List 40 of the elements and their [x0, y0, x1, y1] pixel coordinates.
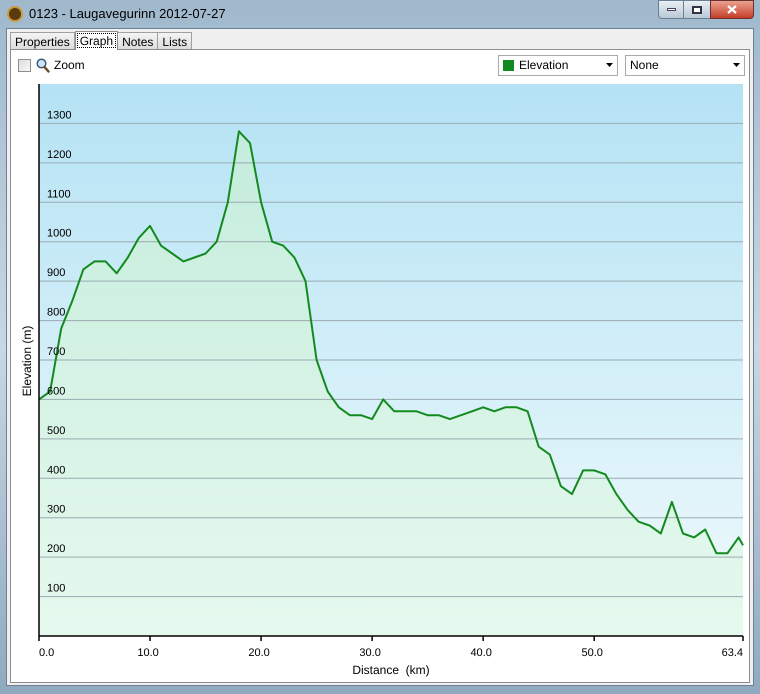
- y-tick-label: 1100: [47, 188, 71, 200]
- y-tick-label: 900: [47, 267, 66, 280]
- app-icon: [7, 6, 23, 22]
- close-button[interactable]: [710, 0, 754, 19]
- maximize-button[interactable]: [684, 0, 710, 19]
- x-tick-label: 0.0: [39, 647, 54, 659]
- dropdown-arrow-icon: [606, 63, 613, 67]
- tab[interactable]: Lists: [157, 32, 192, 49]
- zoom-label: Zoom: [54, 57, 85, 74]
- tab[interactable]: Graph: [74, 31, 118, 50]
- y-tick-label: 100: [47, 582, 66, 595]
- zoom-checkbox[interactable]: [18, 58, 31, 72]
- close-icon: [727, 5, 737, 14]
- y-tick-label: 800: [47, 306, 66, 319]
- secondary-dropdown[interactable]: None: [625, 54, 745, 76]
- y-tick-label: 500: [47, 424, 66, 437]
- minimize-button[interactable]: [658, 0, 684, 19]
- x-tick-label: 50.0: [582, 647, 603, 659]
- x-tick-label: 20.0: [248, 647, 270, 659]
- window-title: 0123 - Laugavegurinn 2012-07-27: [29, 5, 226, 24]
- y-tick-label: 1200: [47, 148, 72, 161]
- y-axis-title: Elevation (m): [20, 326, 34, 396]
- x-tick-label: 63.4: [722, 647, 743, 659]
- tab[interactable]: Notes: [117, 32, 158, 49]
- x-tick-label: 10.0: [137, 647, 159, 659]
- y-tick-label: 300: [47, 504, 66, 516]
- tab[interactable]: Properties: [10, 32, 75, 49]
- y-tick-label: 400: [47, 464, 66, 476]
- series-dropdown[interactable]: Elevation: [498, 54, 618, 76]
- dropdown-arrow-icon: [733, 63, 740, 67]
- x-tick-label: 30.0: [359, 647, 381, 659]
- y-tick-label: 1000: [47, 228, 72, 240]
- minimize-icon: [666, 8, 676, 11]
- x-tick-label: 40.0: [470, 647, 492, 659]
- y-tick-label: 1300: [47, 109, 72, 122]
- series-color-swatch: [503, 60, 514, 70]
- x-axis-title: Distance (km): [352, 663, 430, 677]
- restore-icon: [692, 6, 702, 14]
- y-tick-label: 200: [47, 543, 66, 556]
- magnifier-icon: [36, 58, 50, 72]
